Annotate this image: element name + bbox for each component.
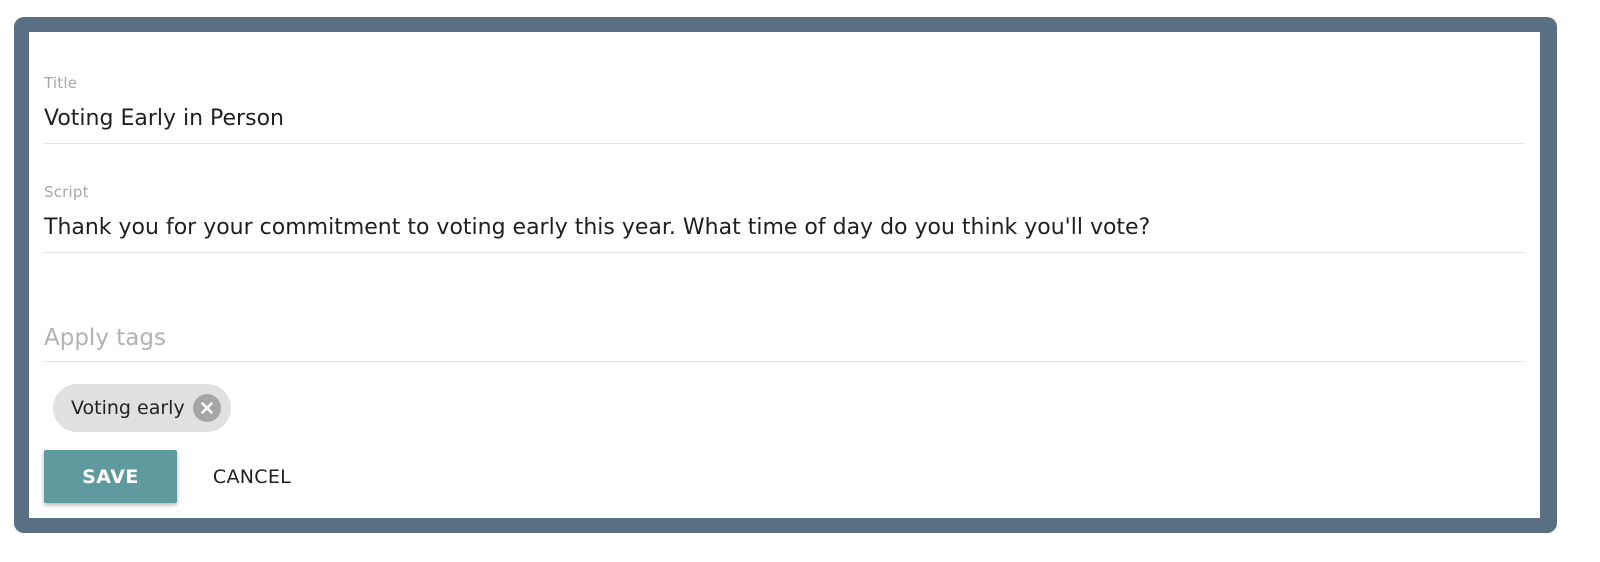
- title-field-label: Title: [44, 74, 78, 92]
- cancel-button[interactable]: CANCEL: [199, 450, 305, 503]
- title-field: Title Voting Early in Person: [44, 74, 1524, 144]
- tags-field: [44, 321, 1524, 362]
- apply-tags-input[interactable]: [44, 325, 1524, 351]
- edit-form-panel: Title Voting Early in Person Script Than…: [29, 32, 1540, 518]
- tag-chip-label: Voting early: [71, 397, 185, 419]
- script-field-label: Script: [44, 183, 89, 201]
- tag-chip: Voting early: [53, 384, 231, 432]
- title-input[interactable]: Voting Early in Person: [44, 106, 1524, 131]
- script-field: Script Thank you for your commitment to …: [44, 183, 1524, 253]
- save-button[interactable]: SAVE: [44, 450, 177, 503]
- script-input[interactable]: Thank you for your commitment to voting …: [44, 215, 1524, 240]
- close-circle-icon[interactable]: [192, 394, 221, 422]
